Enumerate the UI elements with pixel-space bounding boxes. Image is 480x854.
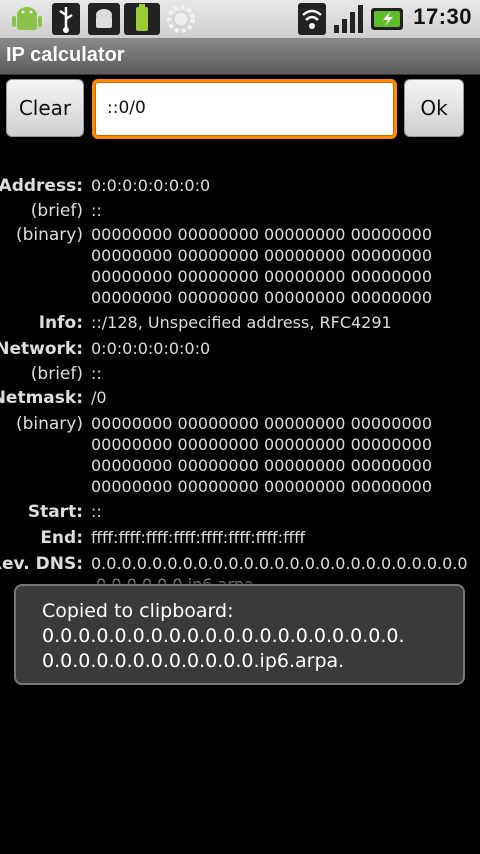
start-value[interactable]: ::: [91, 502, 102, 521]
battery-icon: [371, 8, 403, 30]
address-binary-label: (binary): [15, 225, 83, 245]
binary-line: 00000000 00000000 00000000 00000000: [91, 267, 433, 286]
address-value[interactable]: 0:0:0:0:0:0:0:0: [91, 176, 210, 195]
settings-icon: [167, 5, 195, 33]
network-brief-value[interactable]: ::: [91, 364, 102, 383]
clear-button[interactable]: Clear: [6, 79, 84, 137]
netmask-binary-label: (binary): [15, 414, 83, 434]
end-label: End:: [40, 528, 83, 548]
usb-icon: [52, 3, 80, 35]
toast-line: 0.0.0.0.0.0.0.0.0.0.0.0.ip6.arpa.: [42, 650, 345, 672]
netmask-binary-value[interactable]: 00000000 00000000 00000000 00000000 0000…: [91, 413, 432, 497]
toast-line: 0.0.0.0.0.0.0.0.0.0.0.0.0.0.0.0.0.0.0.0.: [42, 625, 405, 647]
info-label: Info:: [38, 313, 83, 333]
revdns-label: Rev. DNS:: [0, 554, 83, 574]
battery-charge-icon: [124, 3, 160, 35]
ip-input-value: ::0/0: [107, 98, 146, 118]
address-brief-value[interactable]: ::: [91, 201, 102, 220]
revdns-value[interactable]: 0.0.0.0.0.0.0.0.0.0.0.0.0.0.0.0.0.0.0.0.…: [91, 554, 468, 573]
start-label: Start:: [27, 502, 83, 522]
binary-line: 00000000 00000000 00000000 00000000: [91, 477, 433, 496]
network-value[interactable]: 0:0:0:0:0:0:0:0: [91, 339, 210, 358]
network-label: Network:: [0, 339, 83, 359]
status-time: 17:30: [413, 4, 472, 29]
info-value[interactable]: ::/128, Unspecified address, RFC4291: [91, 313, 392, 332]
status-bar: 17:30: [0, 0, 480, 38]
binary-line: 00000000 00000000 00000000 00000000: [91, 246, 433, 265]
network-brief-label: (brief): [30, 364, 83, 384]
page-title: IP calculator: [6, 44, 125, 66]
address-brief-label: (brief): [30, 201, 83, 221]
binary-line: 00000000 00000000 00000000 00000000: [91, 435, 433, 454]
binary-line: 00000000 00000000 00000000 00000000: [91, 225, 433, 244]
signal-icon: [334, 5, 363, 33]
address-binary-value[interactable]: 00000000 00000000 00000000 00000000 0000…: [91, 224, 432, 308]
ip-input-field[interactable]: ::0/0: [92, 79, 397, 139]
toast-body: 0.0.0.0.0.0.0.0.0.0.0.0.0.0.0.0.0.0.0.0.…: [42, 624, 405, 674]
binary-line: 00000000 00000000 00000000 00000000: [91, 456, 433, 475]
android-icon: [12, 7, 42, 30]
netmask-label: Netmask:: [0, 388, 83, 408]
wifi-icon: [298, 3, 326, 35]
toast-title: Copied to clipboard:: [42, 600, 234, 622]
binary-line: 00000000 00000000 00000000 00000000: [91, 414, 433, 433]
end-value[interactable]: ffff:ffff:ffff:ffff:ffff:ffff:ffff:ffff: [91, 528, 305, 547]
ok-button[interactable]: Ok: [404, 79, 464, 137]
title-bar: IP calculator: [0, 38, 480, 75]
binary-line: 00000000 00000000 00000000 00000000: [91, 288, 433, 307]
android-debug-icon: [88, 3, 120, 35]
address-label: Address:: [0, 176, 83, 196]
netmask-value[interactable]: /0: [91, 388, 107, 407]
clipboard-toast: Copied to clipboard: 0.0.0.0.0.0.0.0.0.0…: [14, 584, 465, 685]
